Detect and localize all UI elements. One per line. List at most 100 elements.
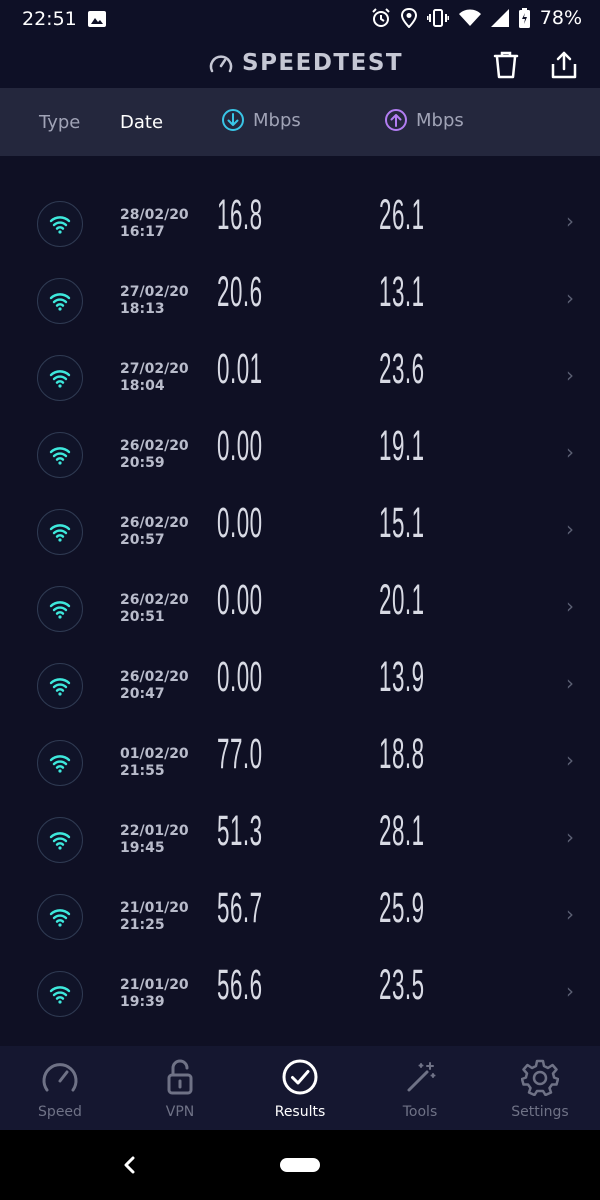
result-time: 20:59	[120, 455, 165, 471]
gallery-notification-icon	[88, 11, 106, 27]
column-date[interactable]: Date	[120, 112, 163, 133]
wifi-connection-icon	[37, 201, 83, 247]
result-row[interactable]: 27/02/20 18:04 0.01 23.6 ›	[0, 345, 600, 424]
result-date: 27/02/20	[120, 361, 189, 377]
nav-speed[interactable]: Speed	[0, 1056, 120, 1120]
download-speed: 51.3	[217, 807, 263, 855]
chevron-right-icon: ›	[566, 594, 574, 618]
result-time: 20:47	[120, 686, 165, 702]
result-time: 20:57	[120, 532, 165, 548]
chevron-right-icon: ›	[566, 671, 574, 695]
download-speed: 0.01	[217, 345, 263, 393]
vibrate-icon	[426, 9, 449, 27]
result-time: 18:04	[120, 378, 165, 394]
result-row[interactable]: 26/02/20 20:59 0.00 19.1 ›	[0, 422, 600, 501]
download-speed: 0.00	[217, 499, 263, 547]
wifi-connection-icon	[37, 586, 83, 632]
wifi-connection-icon	[37, 278, 83, 324]
home-pill-button[interactable]	[280, 1158, 320, 1172]
results-column-header: Type Date Mbps Mbps	[0, 88, 600, 156]
result-row[interactable]: 21/01/20 21:25 56.7 25.9 ›	[0, 884, 600, 963]
nav-vpn[interactable]: VPN	[120, 1056, 240, 1120]
back-chevron-icon[interactable]	[120, 1150, 140, 1180]
column-download[interactable]: Mbps	[221, 108, 301, 132]
alarm-icon	[372, 8, 390, 27]
upload-speed: 23.6	[379, 345, 425, 393]
wifi-connection-icon	[37, 355, 83, 401]
result-date: 26/02/20	[120, 438, 189, 454]
upload-speed: 26.1	[379, 191, 425, 239]
chevron-right-icon: ›	[566, 748, 574, 772]
download-speed: 20.6	[217, 268, 263, 316]
cell-signal-icon	[490, 9, 509, 27]
download-speed: 77.0	[217, 730, 263, 778]
result-row[interactable]: 26/02/20 20:57 0.00 15.1 ›	[0, 499, 600, 578]
result-row[interactable]: 26/02/20 20:47 0.00 13.9 ›	[0, 653, 600, 732]
upload-speed: 13.1	[379, 268, 425, 316]
results-list[interactable]: 16:450.5712.0›28/02/2016:1716.826.1›27/0…	[0, 156, 600, 1046]
upload-arrow-icon	[385, 109, 407, 131]
download-speed: 56.6	[217, 961, 263, 1009]
nav-results-label: Results	[274, 1104, 326, 1120]
result-date: 22/01/20	[120, 823, 189, 839]
status-icons: 78%	[371, 7, 582, 29]
nav-tools[interactable]: Tools	[360, 1056, 480, 1120]
download-unit-label: Mbps	[253, 109, 301, 131]
chevron-right-icon: ›	[566, 825, 574, 849]
gauge-icon	[42, 1063, 78, 1092]
trash-icon[interactable]	[492, 50, 520, 80]
upload-unit-label: Mbps	[416, 109, 464, 131]
bottom-navigation: Speed VPN Results Tools Settings	[0, 1046, 600, 1130]
lock-icon	[167, 1059, 193, 1095]
upload-speed: 19.1	[379, 422, 425, 470]
nav-speed-label: Speed	[38, 1104, 82, 1120]
speedtest-logo: SPEEDTEST	[208, 50, 403, 76]
result-row[interactable]: 26/02/20 20:51 0.00 20.1 ›	[0, 576, 600, 655]
chevron-right-icon: ›	[566, 517, 574, 541]
result-time: 16:17	[120, 224, 165, 240]
wifi-connection-icon	[37, 432, 83, 478]
wifi-signal-icon	[458, 9, 481, 26]
nav-settings-label: Settings	[511, 1104, 569, 1120]
upload-speed: 20.1	[379, 576, 425, 624]
result-row[interactable]: 28/02/20 16:17 16.8 26.1 ›	[0, 191, 600, 270]
gear-icon	[521, 1059, 559, 1096]
result-date: 26/02/20	[120, 669, 189, 685]
location-icon	[400, 8, 417, 28]
download-speed: 0.00	[217, 422, 263, 470]
result-time: 21:55	[120, 763, 165, 779]
wifi-connection-icon	[37, 817, 83, 863]
battery-percentage: 78%	[539, 7, 582, 29]
column-type[interactable]: Type	[39, 112, 80, 133]
result-date: 27/02/20	[120, 284, 189, 300]
chevron-right-icon: ›	[566, 363, 574, 387]
nav-vpn-label: VPN	[165, 1104, 195, 1120]
result-time: 19:39	[120, 994, 165, 1010]
app-title: SPEEDTEST	[242, 50, 404, 76]
result-date: 21/01/20	[120, 977, 189, 993]
column-upload[interactable]: Mbps	[384, 108, 464, 132]
result-row[interactable]: 01/02/20 21:55 77.0 18.8 ›	[0, 730, 600, 809]
wifi-connection-icon	[37, 894, 83, 940]
result-row[interactable]: 27/02/20 18:13 20.6 13.1 ›	[0, 268, 600, 347]
download-speed: 16.8	[217, 191, 263, 239]
chevron-right-icon: ›	[566, 979, 574, 1003]
upload-speed: 25.9	[379, 884, 425, 932]
download-speed: 0.00	[217, 653, 263, 701]
wifi-connection-icon	[37, 509, 83, 555]
status-time: 22:51	[22, 8, 77, 30]
wifi-connection-icon	[37, 971, 83, 1017]
nav-settings[interactable]: Settings	[480, 1056, 600, 1120]
nav-tools-label: Tools	[402, 1104, 438, 1120]
magic-wand-icon	[407, 1062, 436, 1092]
share-icon[interactable]	[550, 50, 578, 80]
result-time: 18:13	[120, 301, 165, 317]
nav-results[interactable]: Results	[240, 1056, 360, 1120]
download-speed: 56.7	[217, 884, 263, 932]
chevron-right-icon: ›	[566, 209, 574, 233]
result-row[interactable]: 21/01/20 19:39 56.6 23.5 ›	[0, 961, 600, 1040]
result-row[interactable]: 16:450.5712.0›	[0, 156, 600, 167]
result-row[interactable]: 22/01/20 19:45 51.3 28.1 ›	[0, 807, 600, 886]
result-date: 26/02/20	[120, 515, 189, 531]
upload-speed: 15.1	[379, 499, 425, 547]
